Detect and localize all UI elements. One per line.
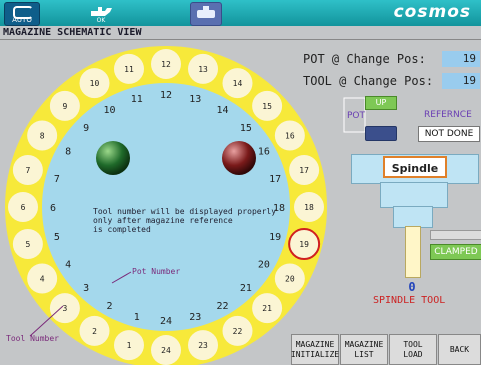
tool-pot[interactable]: 17 xyxy=(289,154,320,185)
tool-change-pos-label: TOOL @ Change Pos: xyxy=(303,74,434,88)
pot-down-button[interactable] xyxy=(365,126,397,141)
tool-number: 9 xyxy=(62,102,67,111)
red-lamp-icon xyxy=(222,141,256,175)
pot-change-pos-label: POT @ Change Pos: xyxy=(303,52,426,66)
spindle-label: Spindle xyxy=(383,156,447,178)
pot-number: 19 xyxy=(269,232,281,243)
back-button[interactable]: BACK xyxy=(438,334,481,365)
spindle-tool-number: 0 xyxy=(408,280,416,294)
tool-number: 10 xyxy=(90,79,100,88)
tool-number: 17 xyxy=(299,166,309,175)
pot-number: 21 xyxy=(240,283,252,294)
tool-pot[interactable]: 1 xyxy=(113,330,144,361)
spindle-housing xyxy=(380,182,448,208)
tool-pot[interactable]: 9 xyxy=(49,90,80,121)
tool-number: 3 xyxy=(62,304,67,313)
tool-pot[interactable]: 14 xyxy=(222,68,253,99)
pot-number: 17 xyxy=(269,174,281,185)
tool-number-label: Tool Number xyxy=(6,334,59,343)
tool-pot[interactable]: 5 xyxy=(12,229,43,260)
pot-number: 15 xyxy=(240,123,252,134)
tool-pot[interactable]: 18 xyxy=(294,192,324,222)
tool-number: 14 xyxy=(233,79,243,88)
tool-pot[interactable]: 16 xyxy=(274,120,305,151)
tool-pot[interactable]: 22 xyxy=(222,315,253,346)
tool-number: 5 xyxy=(25,240,30,249)
reference-status-button[interactable]: NOT DONE xyxy=(418,126,480,142)
pot-number: 11 xyxy=(131,94,143,105)
pot-number-label: Pot Number xyxy=(132,267,180,276)
tool-number: 15 xyxy=(262,102,272,111)
tool-number: 7 xyxy=(25,166,30,175)
pot-number: 8 xyxy=(65,147,71,158)
tool-change-pos-value: 19 xyxy=(442,73,480,89)
spindle-neck xyxy=(393,206,433,228)
tool-pot[interactable]: 24 xyxy=(151,335,181,365)
tool-load-button[interactable]: TOOL LOAD xyxy=(389,334,437,365)
pot-number: 4 xyxy=(65,260,71,271)
green-lamp-icon xyxy=(96,141,130,175)
pot-number: 16 xyxy=(258,147,270,158)
magazine-list-button[interactable]: MAGAZINE LIST xyxy=(340,334,388,365)
pot-number: 13 xyxy=(189,94,201,105)
pot-number: 10 xyxy=(103,105,115,116)
tool-number: 4 xyxy=(40,275,45,284)
clamp-indicator xyxy=(430,230,481,240)
tool-pot[interactable]: 4 xyxy=(27,263,58,294)
tool-number: 8 xyxy=(40,132,45,141)
tool-number: 18 xyxy=(304,203,314,212)
tool-number: 13 xyxy=(198,65,208,74)
tool-pot[interactable]: 12 xyxy=(151,49,181,79)
tool-pot[interactable]: 23 xyxy=(188,330,219,361)
tool-pot[interactable]: 19 xyxy=(288,228,321,261)
tool-number: 23 xyxy=(198,341,208,350)
pot-number: 20 xyxy=(258,260,270,271)
tool-number: 20 xyxy=(285,275,295,284)
pot-number: 7 xyxy=(54,174,60,185)
tool-pot[interactable]: 6 xyxy=(8,192,38,222)
tool-pot[interactable]: 11 xyxy=(113,53,144,84)
pot-number: 22 xyxy=(216,301,228,312)
tool-pot[interactable]: 8 xyxy=(27,120,58,151)
pot-number: 3 xyxy=(83,283,89,294)
tool-number: 22 xyxy=(233,327,243,336)
tool-pot[interactable]: 20 xyxy=(274,263,305,294)
pot-number: 9 xyxy=(83,123,89,134)
spindle-tool-holder xyxy=(405,226,421,278)
tool-pot[interactable]: 21 xyxy=(252,293,283,324)
pot-number: 23 xyxy=(189,312,201,323)
tool-number: 21 xyxy=(262,304,272,313)
clamped-status-button[interactable]: CLAMPED xyxy=(430,244,481,260)
magazine-initialize-button[interactable]: MAGAZINE INITIALIZE xyxy=(291,334,339,365)
pot-change-pos-value: 19 xyxy=(442,51,480,67)
tool-number: 12 xyxy=(161,60,171,69)
pot-number: 14 xyxy=(216,105,228,116)
spindle-tool-label: SPINDLE TOOL xyxy=(373,295,446,306)
tool-number: 16 xyxy=(285,132,295,141)
tool-pot[interactable]: 3 xyxy=(49,293,80,324)
pot-number: 5 xyxy=(54,232,60,243)
pot-number: 2 xyxy=(106,301,112,312)
tool-number: 6 xyxy=(21,203,26,212)
tool-pot[interactable]: 2 xyxy=(79,315,110,346)
tool-pot[interactable]: 10 xyxy=(79,68,110,99)
tool-pot[interactable]: 7 xyxy=(12,154,43,185)
tool-number: 11 xyxy=(124,65,134,74)
pot-number: 1 xyxy=(134,312,140,323)
tool-number: 1 xyxy=(127,341,132,350)
tool-number: 24 xyxy=(161,346,171,355)
tool-pot[interactable]: 13 xyxy=(188,53,219,84)
tool-number: 19 xyxy=(299,240,309,249)
reference-label: REFERNCE xyxy=(424,110,472,120)
pot-up-button[interactable]: UP xyxy=(365,96,397,110)
tool-number: 2 xyxy=(92,327,97,336)
pot-label: POT xyxy=(347,111,366,121)
pot-number: 24 xyxy=(160,316,172,327)
pot-number: 12 xyxy=(160,90,172,101)
tool-pot[interactable]: 15 xyxy=(252,90,283,121)
pot-number: 6 xyxy=(50,203,56,214)
